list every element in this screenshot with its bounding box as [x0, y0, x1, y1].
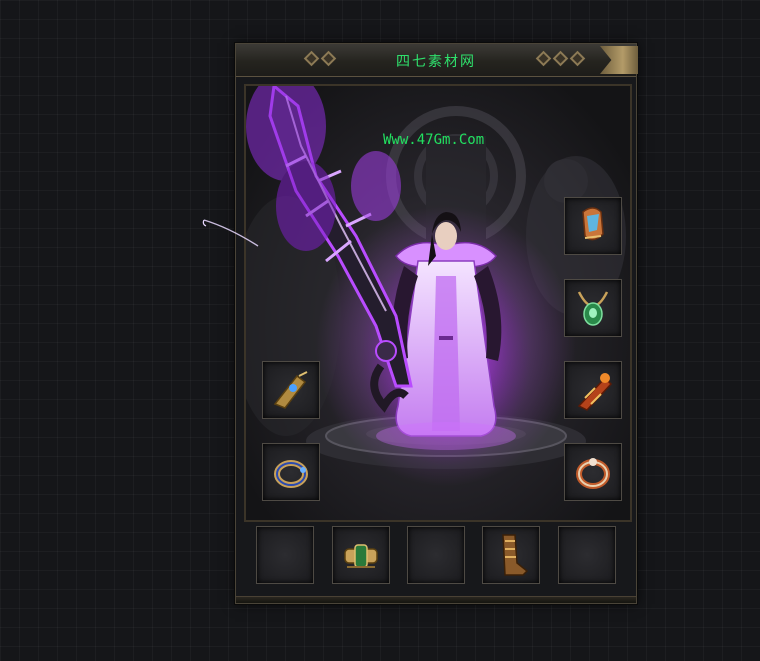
equip-slot-empty-3[interactable] — [558, 526, 616, 584]
ring-icon — [576, 458, 610, 489]
equip-slot-belt[interactable] — [332, 526, 390, 584]
character-display-area: Www.47Gm.Com — [244, 84, 632, 522]
equip-slot-empty-2[interactable] — [407, 526, 465, 584]
equip-slot-empty-1[interactable] — [256, 526, 314, 584]
bottom-equipment-row — [244, 520, 628, 594]
boots-icon — [502, 534, 529, 576]
equip-slot-boots[interactable] — [482, 526, 540, 584]
equip-slot-necklace[interactable] — [564, 279, 622, 337]
watermark-url: Www.47Gm.Com — [383, 132, 485, 148]
bracer-icon — [577, 373, 613, 411]
equip-slot-bracer[interactable] — [564, 361, 622, 419]
belt-icon — [344, 544, 378, 568]
equip-slot-bracelet[interactable] — [262, 361, 320, 419]
ring-icon — [274, 460, 308, 488]
panel-title-bar[interactable]: 四七素材网 — [236, 44, 638, 77]
equip-slot-ring-left[interactable] — [262, 443, 320, 501]
equip-slot-helmet[interactable] — [564, 197, 622, 255]
bracelet-icon — [273, 371, 308, 409]
helmet-icon — [582, 207, 604, 241]
equip-slot-ring-right[interactable] — [564, 443, 622, 501]
title-ornament-right — [535, 50, 586, 67]
character-equipment-panel: 四七素材网 Www.47Gm.Com — [235, 43, 638, 604]
necklace-icon — [577, 291, 609, 326]
panel-bottom-border — [236, 596, 636, 603]
